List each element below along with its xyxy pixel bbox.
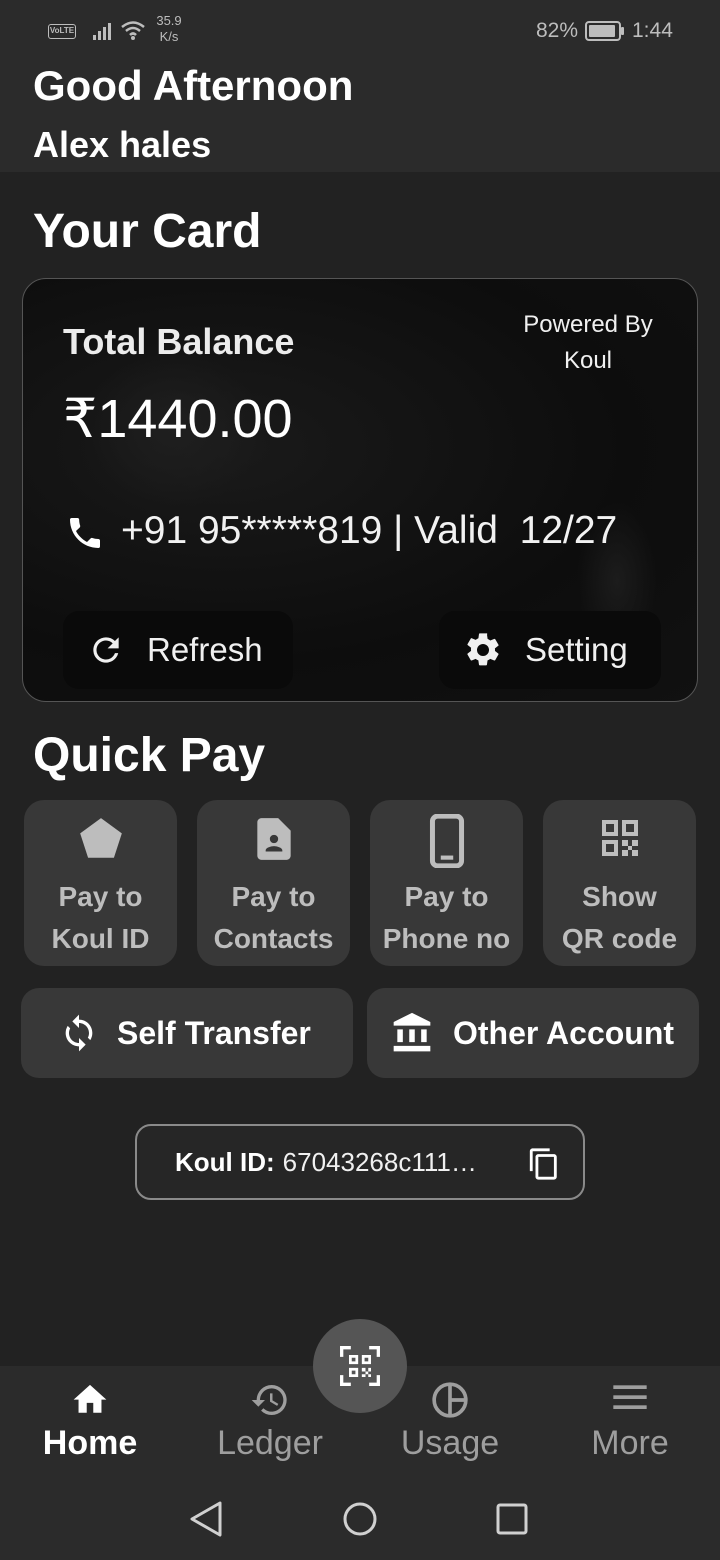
back-icon[interactable] (188, 1500, 224, 1538)
refresh-button[interactable]: Refresh (63, 611, 293, 689)
pentagon-icon (24, 814, 177, 864)
smartphone-icon (370, 814, 523, 868)
nav-usage-label: Usage (400, 1424, 500, 1462)
koul-id-field[interactable]: Koul ID: 67043268c111… (135, 1124, 585, 1200)
setting-button[interactable]: Setting (439, 611, 661, 689)
card-phone-validity: +91 95*****819 | Valid 12/27 (121, 509, 618, 552)
pay-to-koul-id-button[interactable]: Pay to Koul ID (24, 800, 177, 966)
tile-label-line2: Koul ID (51, 923, 150, 954)
pay-to-phone-button[interactable]: Pay to Phone no (370, 800, 523, 966)
tile-label-line1: Show (582, 881, 657, 912)
nav-home-label: Home (42, 1424, 138, 1462)
nav-ledger-label: Ledger (217, 1424, 323, 1462)
signal-icon (93, 23, 111, 40)
tile-label: Pay to Contacts (197, 876, 350, 960)
balance-amount: ₹1440.00 (63, 389, 293, 449)
nav-home[interactable]: Home (0, 1366, 180, 1478)
tile-label-line1: Pay to (58, 881, 143, 912)
nav-more[interactable]: More (540, 1366, 720, 1478)
contact-card-icon (197, 814, 350, 864)
refresh-label: Refresh (147, 631, 263, 668)
refresh-icon (87, 631, 125, 669)
self-transfer-label: Self Transfer (117, 1014, 311, 1051)
header-area: VoLTE 35.9 K/s 82% 1:44 Good Afternoon A… (0, 0, 720, 172)
home-icon (0, 1380, 180, 1416)
koul-id-label: Koul ID: (175, 1146, 275, 1177)
battery-icon (585, 21, 624, 41)
menu-icon (540, 1380, 720, 1414)
volte-indicator: VoLTE (48, 24, 76, 39)
network-speed: 35.9 K/s (148, 13, 190, 45)
qr-scan-icon (340, 1346, 380, 1386)
tile-label: Pay to Phone no (370, 876, 523, 960)
clock: 1:44 (632, 19, 673, 42)
pay-to-contacts-button[interactable]: Pay to Contacts (197, 800, 350, 966)
powered-by-line1: Powered By (523, 311, 653, 338)
tile-label: Show QR code (543, 876, 696, 960)
speed-unit: K/s (159, 29, 179, 44)
nav-more-label: More (591, 1424, 669, 1462)
gear-icon (463, 630, 503, 670)
your-card-title: Your Card (33, 205, 262, 258)
status-bar: VoLTE 35.9 K/s 82% 1:44 (0, 0, 720, 60)
wifi-icon (121, 21, 145, 40)
system-navigation-bar (0, 1478, 720, 1560)
speed-value: 35.9 (156, 13, 182, 28)
tile-label: Pay to Koul ID (24, 876, 177, 960)
other-account-label: Other Account (453, 1014, 675, 1051)
greeting-text: Good Afternoon (33, 62, 354, 109)
balance-card: Total Balance Powered By Koul ₹1440.00 +… (22, 278, 698, 702)
total-balance-label: Total Balance (63, 321, 295, 362)
scan-qr-fab[interactable] (313, 1319, 407, 1413)
user-name: Alex hales (33, 124, 212, 165)
home-circle-icon[interactable] (342, 1500, 378, 1538)
quick-pay-title: Quick Pay (33, 729, 266, 782)
powered-by-text: Powered By Koul (493, 307, 683, 379)
sync-icon (59, 1013, 99, 1053)
show-qr-code-button[interactable]: Show QR code (543, 800, 696, 966)
battery-percent: 82% (536, 19, 579, 42)
tile-label-line2: Contacts (213, 923, 334, 954)
powered-by-line2: Koul (563, 347, 613, 374)
tile-label-line1: Pay to (231, 881, 316, 912)
other-account-button[interactable]: Other Account (367, 988, 699, 1078)
tile-label-line2: QR code (561, 923, 678, 954)
copy-icon[interactable] (527, 1146, 561, 1182)
koul-id-value: 67043268c111… (282, 1146, 477, 1177)
setting-label: Setting (525, 631, 628, 668)
qr-code-icon (543, 814, 696, 862)
tile-label-line2: Phone no (382, 923, 511, 954)
phone-icon (70, 518, 100, 548)
recents-icon[interactable] (495, 1500, 529, 1538)
bank-icon (389, 1011, 435, 1055)
self-transfer-button[interactable]: Self Transfer (21, 988, 353, 1078)
tile-label-line1: Pay to (404, 881, 489, 912)
